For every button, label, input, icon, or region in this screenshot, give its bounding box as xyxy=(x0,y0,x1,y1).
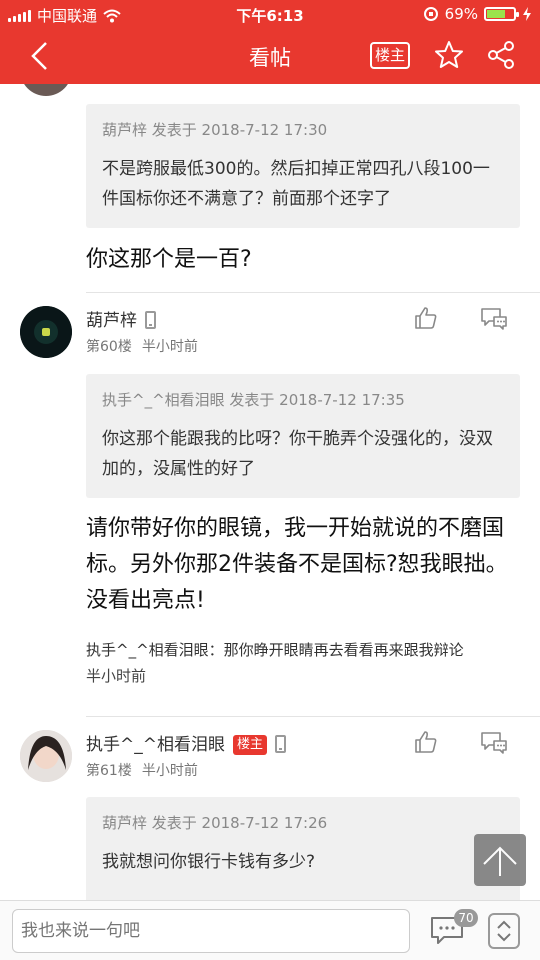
divider xyxy=(86,716,540,717)
status-bar: 中国联通 下午6:13 69% xyxy=(0,0,540,28)
quote-body: 不是跨服最低300的。然后扣掉正常四孔八段100一件国标你还不满意了？前面那个还… xyxy=(102,159,490,209)
owner-only-button[interactable]: 楼主 xyxy=(370,42,410,69)
bottom-bar: 70 xyxy=(0,900,540,960)
avatar[interactable] xyxy=(20,730,72,782)
top-bar: 中国联通 下午6:13 69% 看帖 楼主 xyxy=(0,0,540,84)
scroll-to-top-button[interactable] xyxy=(474,834,526,886)
sub-reply[interactable]: 执手^_^相看泪眼：那你睁开眼睛再去看看再来跟我辩论 半小时前 xyxy=(86,637,520,689)
thumbs-up-icon[interactable] xyxy=(414,306,438,330)
battery-icon xyxy=(484,7,519,21)
mobile-icon xyxy=(145,311,156,329)
arrow-up-icon xyxy=(483,846,517,876)
comment-count-badge: 70 xyxy=(454,909,478,927)
charging-icon xyxy=(523,7,531,21)
post-meta: 第61楼 半小时前 xyxy=(86,760,198,780)
username-text[interactable]: 葫芦梓 xyxy=(86,311,137,331)
comment-icon[interactable] xyxy=(480,730,508,754)
username-text[interactable]: 执手^_^相看泪眼 xyxy=(86,735,225,755)
quote-header: 葫芦梓 发表于 2018-7-12 17:26 xyxy=(102,814,328,832)
thread-content[interactable]: 葫芦梓 发表于 2018-7-12 17:30 不是跨服最低300的。然后扣掉正… xyxy=(0,84,540,900)
quote-header: 执手^_^相看泪眼 发表于 2018-7-12 17:35 xyxy=(102,391,405,409)
owner-badge: 楼主 xyxy=(233,735,268,755)
post-reply-text: 请你带好你的眼镜，我一开始就说的不磨国标。另外你那2件装备不是国标?恕我眼拙。没… xyxy=(86,516,508,613)
avatar[interactable] xyxy=(20,84,72,96)
star-icon[interactable] xyxy=(434,40,464,70)
page-jump-button[interactable] xyxy=(488,913,520,949)
avatar-image-icon xyxy=(20,306,72,358)
quote-block: 执手^_^相看泪眼 发表于 2018-7-12 17:35 你这那个能跟我的比呀… xyxy=(86,374,520,498)
thumbs-up-icon[interactable] xyxy=(414,730,438,754)
avatar-image-icon xyxy=(20,730,72,782)
divider xyxy=(86,292,540,293)
post-reply-text: 你这那个是一百? xyxy=(86,247,252,272)
quote-body: 我就想问你银行卡钱有多少? xyxy=(102,852,316,872)
orientation-lock-icon xyxy=(423,7,438,21)
post-time: 半小时前 xyxy=(141,763,198,779)
floor-number: 第61楼 xyxy=(86,763,132,779)
share-icon[interactable] xyxy=(486,40,516,70)
quote-block: 葫芦梓 发表于 2018-7-12 17:26 我就想问你银行卡钱有多少? xyxy=(86,797,520,900)
nav-bar: 看帖 楼主 xyxy=(0,28,540,84)
battery-percent: 69% xyxy=(444,5,478,23)
quote-body: 你这那个能跟我的比呀？你干脆弄个没强化的，没双加的，没属性的好了 xyxy=(102,429,493,479)
sub-reply-time: 半小时前 xyxy=(86,667,147,685)
comment-icon[interactable] xyxy=(480,306,508,330)
quote-header: 葫芦梓 发表于 2018-7-12 17:30 xyxy=(102,121,328,139)
username[interactable]: 执手^_^相看泪眼 楼主 xyxy=(86,730,287,755)
up-down-icon xyxy=(497,920,511,942)
status-right: 69% xyxy=(423,5,532,23)
quote-block: 葫芦梓 发表于 2018-7-12 17:30 不是跨服最低300的。然后扣掉正… xyxy=(86,104,520,228)
post-time: 半小时前 xyxy=(141,339,198,355)
comment-input[interactable] xyxy=(12,909,410,953)
avatar[interactable] xyxy=(20,306,72,358)
floor-number: 第60楼 xyxy=(86,339,132,355)
mobile-icon xyxy=(275,735,287,753)
sub-reply-text: 执手^_^相看泪眼：那你睁开眼睛再去看看再来跟我辩论 xyxy=(86,641,464,659)
post-meta: 第60楼 半小时前 xyxy=(86,336,198,356)
username[interactable]: 葫芦梓 xyxy=(86,306,156,331)
